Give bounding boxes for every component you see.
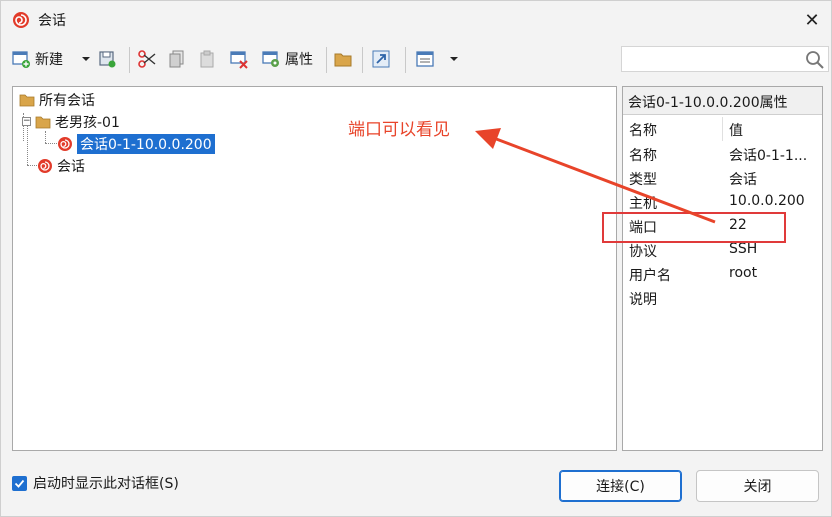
tree-item-label: 会话0-1-10.0.0.200 [77,134,215,154]
tree-item-all-sessions[interactable]: 所有会话 [19,89,95,111]
close-icon: ✕ [804,9,820,31]
paste-button[interactable] [197,45,217,73]
toolbar-separator [362,47,363,73]
view-button[interactable] [415,45,435,73]
window-title: 会话 [38,13,66,29]
property-key: 协议 [629,244,657,260]
properties-panel: 会话0-1-10.0.0.200属性 名称 值 名称 会话0-1-1... 类型… [622,86,823,451]
folder-icon [19,94,35,107]
tree-connector [45,143,57,144]
save-icon [99,51,116,68]
property-value: 会话0-1-1... [729,148,808,164]
collapse-toggle[interactable]: − [22,117,31,126]
tree-item-group[interactable]: 老男孩-01 [35,111,120,133]
chevron-down-icon [82,57,90,61]
property-key: 类型 [629,172,657,188]
search-input[interactable] [621,46,829,72]
tree-item-session[interactable]: 会话 [37,155,85,177]
session-tree[interactable]: 所有会话 − 老男孩-01 会话0-1-10.0.0.200 会话 [12,86,617,451]
property-key: 名称 [629,148,657,164]
property-value: 会话 [729,172,757,188]
toolbar-separator [326,47,327,73]
cut-button[interactable] [137,45,157,73]
folder-icon [334,53,352,67]
properties-button[interactable]: 属性 [261,45,313,73]
list-view-icon [416,51,434,67]
tree-item-label: 老男孩-01 [55,115,120,131]
new-dropdown-button[interactable] [81,45,91,73]
new-button-label: 新建 [35,52,63,68]
property-row-type: 类型 会话 [623,166,822,190]
property-row-host: 主机 10.0.0.200 [623,190,822,214]
property-row-name: 名称 会话0-1-1... [623,142,822,166]
delete-icon [230,51,248,69]
search-icon[interactable] [804,49,826,71]
title-bar: 会话 ✕ [1,1,831,39]
copy-icon [169,50,184,68]
header-name: 名称 [629,123,657,139]
scissors-icon [138,50,156,68]
new-button[interactable]: 新建 [11,45,63,73]
save-session-button[interactable] [97,45,117,73]
properties-header-row: 名称 值 [623,117,822,141]
close-window-button[interactable]: ✕ [799,7,825,33]
property-key: 用户名 [629,268,671,284]
session-dialog: 会话 ✕ 新建 属性 所有会话 − 老男孩-01 会话0-1-10.0.0.20… [0,0,832,517]
session-swirl-icon [13,12,29,28]
tree-item-selected-session[interactable]: 会话0-1-10.0.0.200 [57,133,215,155]
property-value: 10.0.0.200 [729,193,805,209]
tree-item-label: 会话 [57,159,85,175]
port-highlight-box [602,212,786,243]
shortcut-button[interactable] [371,45,391,73]
property-row-description: 说明 [623,286,822,310]
checkmark-icon [14,479,25,488]
paste-icon [200,50,214,68]
checkbox-checked[interactable] [12,475,27,491]
session-swirl-icon [38,159,52,173]
shortcut-arrow-icon [372,50,390,68]
property-row-username: 用户名 root [623,262,822,286]
tree-item-label: 所有会话 [39,93,95,109]
property-key: 说明 [629,292,657,308]
tree-connector [27,123,28,165]
properties-button-label: 属性 [285,52,313,68]
annotation-text: 端口可以看见 [348,120,450,140]
connect-button[interactable]: 连接(C) [559,470,682,502]
property-value: SSH [729,241,758,257]
toolbar-separator [405,47,406,73]
properties-gear-icon [262,51,279,67]
new-session-icon [12,51,30,68]
chevron-down-icon [450,57,458,61]
copy-button[interactable] [167,45,187,73]
properties-title: 会话0-1-10.0.0.200属性 [623,87,822,115]
header-value: 值 [729,123,743,139]
delete-button[interactable] [229,45,249,73]
open-folder-button[interactable] [333,45,353,73]
session-swirl-icon [58,137,72,151]
view-dropdown-button[interactable] [449,45,459,73]
close-button[interactable]: 关闭 [696,470,819,502]
show-on-start-checkbox[interactable]: 启动时显示此对话框(S) [12,473,179,493]
checkbox-label: 启动时显示此对话框(S) [33,476,179,492]
toolbar-separator [129,47,130,73]
property-value: root [729,265,758,281]
toolbar: 新建 属性 [5,43,829,77]
open-folder-icon [35,116,51,129]
property-key: 主机 [629,196,657,212]
